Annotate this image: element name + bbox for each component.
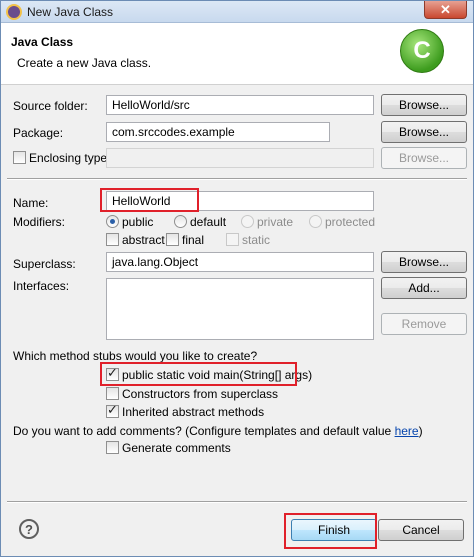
eclipse-icon [6, 4, 22, 20]
configure-templates-link[interactable]: here [395, 424, 419, 438]
protected-radio [309, 215, 322, 228]
final-checkbox[interactable] [166, 233, 179, 246]
abstract-checkbox[interactable] [106, 233, 119, 246]
source-folder-browse-button[interactable]: Browse... [381, 94, 467, 116]
public-radio[interactable] [106, 215, 119, 228]
title-bar: New Java Class ✕ [1, 1, 473, 23]
window-title: New Java Class [27, 5, 114, 19]
public-label: public [122, 215, 154, 229]
radio-selected-dot [110, 219, 115, 224]
enclosing-type-field [106, 148, 374, 168]
comments-question: Do you want to add comments? (Configure … [13, 424, 423, 438]
source-folder-field[interactable]: HelloWorld/src [106, 95, 374, 115]
final-label: final [182, 233, 205, 247]
constructors-label: Constructors from superclass [122, 387, 279, 401]
wizard-title: Java Class [11, 35, 74, 49]
package-browse-button[interactable]: Browse... [381, 121, 467, 143]
inherited-abstract-label: Inherited abstract methods [122, 405, 265, 419]
comments-question-text: Do you want to add comments? (Configure … [13, 424, 395, 438]
add-interface-button[interactable]: Add... [381, 277, 467, 299]
separator [7, 178, 467, 180]
cancel-button[interactable]: Cancel [378, 519, 464, 541]
superclass-field[interactable]: java.lang.Object [106, 252, 374, 272]
name-highlight-box [100, 188, 199, 212]
default-label: default [190, 215, 227, 229]
main-method-highlight-box [100, 362, 297, 386]
method-stubs-question: Which method stubs would you like to cre… [13, 349, 258, 363]
interfaces-label: Interfaces: [13, 279, 70, 293]
inherited-abstract-checkbox[interactable]: ✓ [106, 402, 119, 418]
superclass-browse-button[interactable]: Browse... [381, 251, 467, 273]
remove-interface-button: Remove [381, 313, 467, 335]
wizard-header: Java Class Create a new Java class. C [1, 23, 473, 85]
superclass-label: Superclass: [13, 257, 76, 271]
wizard-description: Create a new Java class. [17, 56, 152, 70]
modifiers-label: Modifiers: [13, 215, 66, 229]
enclosing-type-checkbox[interactable] [13, 151, 26, 164]
finish-highlight-box [284, 513, 377, 549]
package-label: Package: [13, 126, 64, 140]
enclosing-type-label: Enclosing type: [29, 151, 111, 165]
generate-comments-checkbox[interactable] [106, 441, 119, 454]
interfaces-list[interactable] [106, 278, 374, 340]
source-folder-label: Source folder: [13, 99, 88, 113]
abstract-label: abstract [122, 233, 165, 247]
constructors-checkbox[interactable] [106, 387, 119, 400]
private-label: private [257, 215, 294, 229]
new-java-class-dialog: New Java Class ✕ Java Class Create a new… [0, 0, 474, 557]
enclosing-type-browse-button: Browse... [381, 147, 467, 169]
separator [7, 501, 467, 503]
package-field[interactable]: com.srccodes.example [106, 122, 330, 142]
help-icon[interactable]: ? [19, 519, 39, 539]
close-button[interactable]: ✕ [424, 1, 467, 19]
default-radio[interactable] [174, 215, 187, 228]
static-checkbox [226, 233, 239, 246]
name-label: Name: [13, 196, 49, 210]
java-class-icon: C [400, 29, 444, 73]
check-mark-icon: ✓ [107, 402, 118, 417]
private-radio [241, 215, 254, 228]
protected-label: protected [325, 215, 376, 229]
comments-question-end: ) [418, 424, 423, 438]
generate-comments-label: Generate comments [122, 441, 231, 455]
static-label: static [242, 233, 271, 247]
